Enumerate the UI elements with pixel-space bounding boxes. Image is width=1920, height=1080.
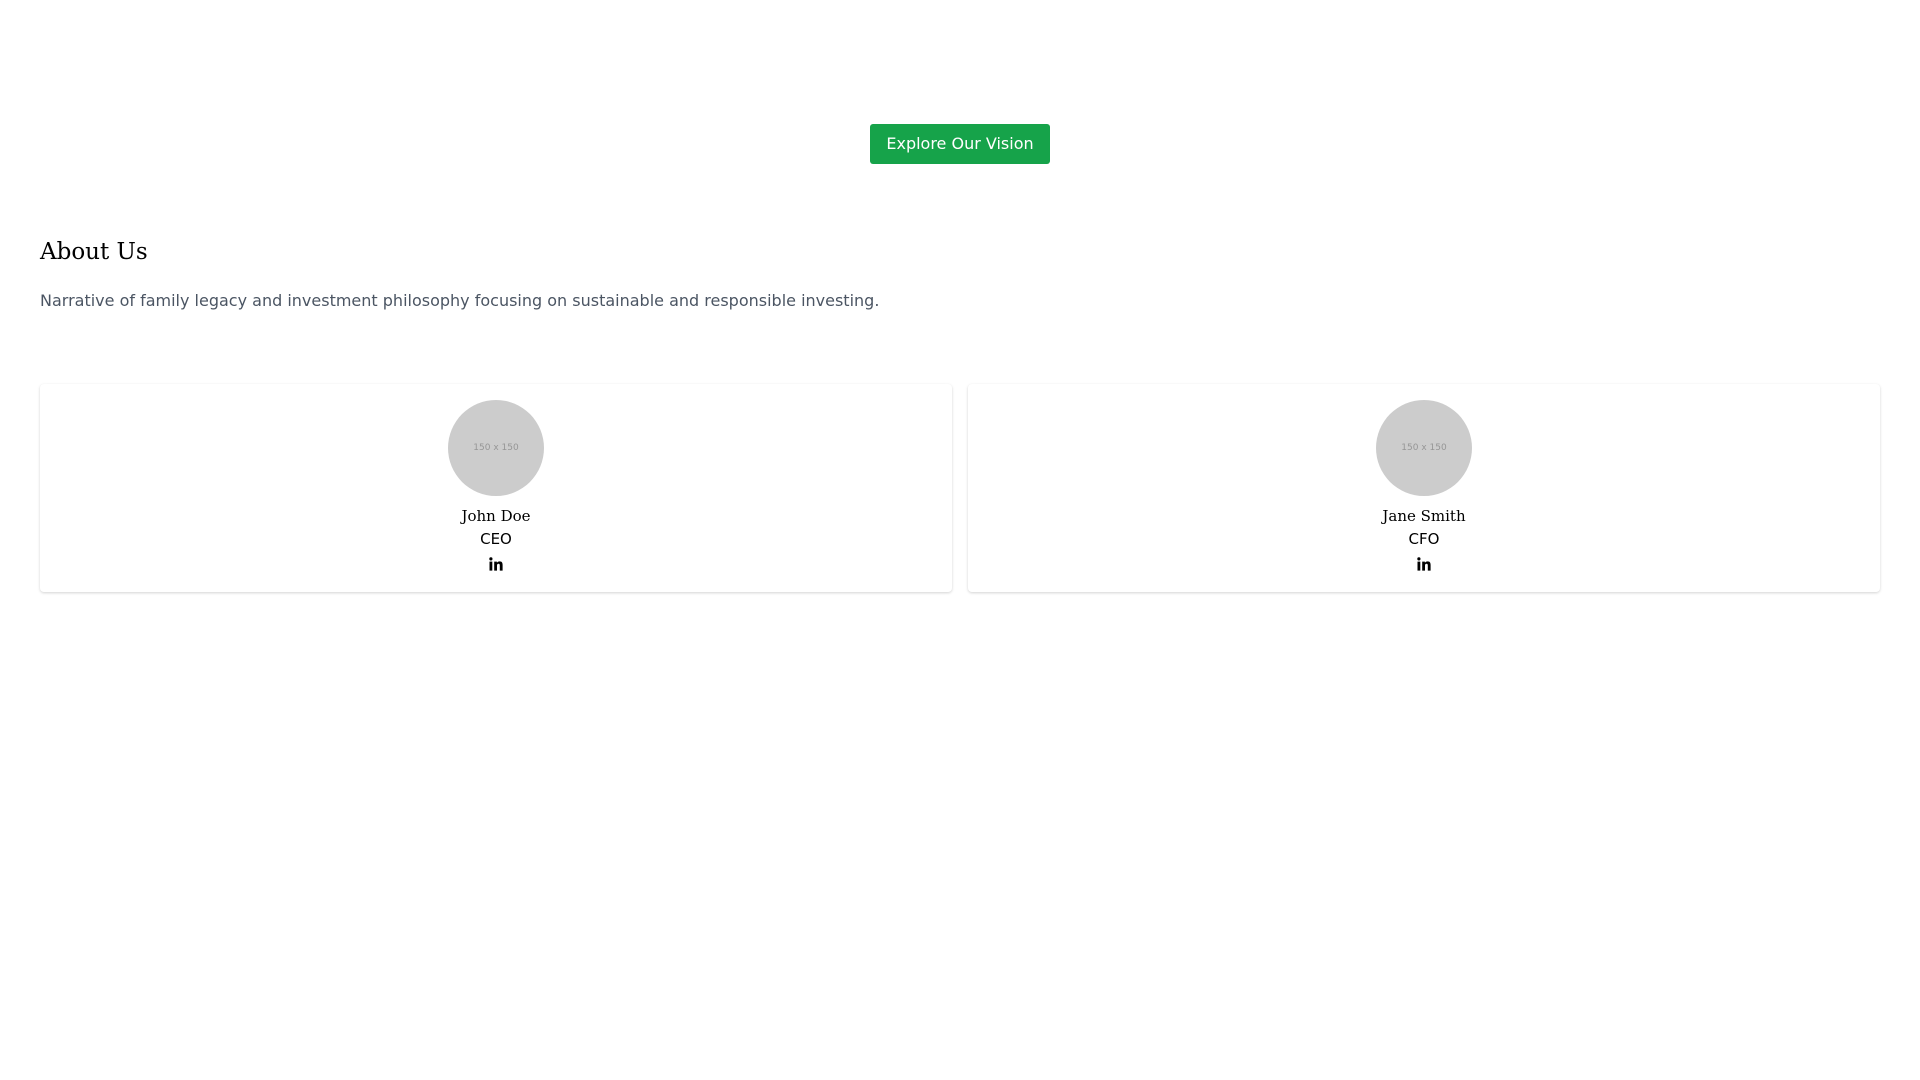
team-section: 150 x 150 John Doe CEO 150 x 150 Jane Sm… (40, 384, 1880, 592)
team-card-jane-smith: 150 x 150 Jane Smith CFO (968, 384, 1880, 592)
team-card-john-doe: 150 x 150 John Doe CEO (40, 384, 952, 592)
linkedin-icon (1417, 557, 1431, 571)
member-name: Jane Smith (1382, 507, 1466, 525)
linkedin-link[interactable] (1416, 556, 1432, 572)
member-name: John Doe (461, 507, 531, 525)
linkedin-link[interactable] (488, 556, 504, 572)
about-description: Narrative of family legacy and investmen… (40, 291, 880, 310)
avatar-placeholder-label: 150 x 150 (473, 443, 519, 453)
about-title: About Us (40, 239, 148, 265)
avatar: 150 x 150 (448, 400, 544, 496)
about-section: About Us Narrative of family legacy and … (40, 236, 1880, 310)
hero-section: Explore Our Vision (0, 124, 1920, 164)
linkedin-icon (489, 557, 503, 571)
avatar-placeholder-label: 150 x 150 (1401, 443, 1447, 453)
member-role: CEO (480, 530, 512, 548)
member-role: CFO (1408, 530, 1440, 548)
avatar: 150 x 150 (1376, 400, 1472, 496)
explore-vision-button[interactable]: Explore Our Vision (870, 124, 1050, 164)
